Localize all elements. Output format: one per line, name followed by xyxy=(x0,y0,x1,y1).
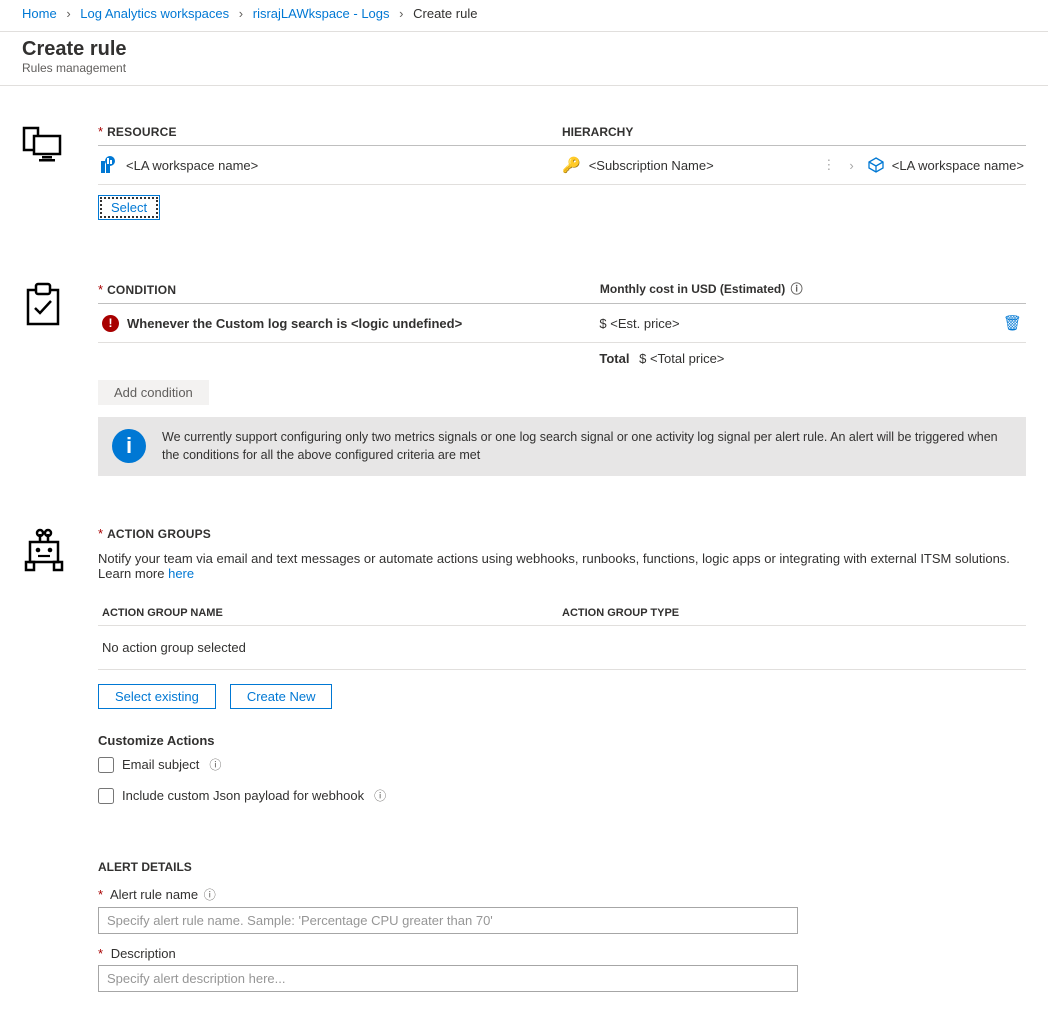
workspace-icon xyxy=(100,156,118,174)
include-json-label: Include custom Json payload for webhook xyxy=(122,788,364,803)
ellipsis-icon: ⋮ xyxy=(822,157,835,173)
est-price-prefix: $ xyxy=(599,316,606,331)
total-price: <Total price> xyxy=(650,351,724,366)
info-icon[interactable]: ⓘ xyxy=(374,787,386,804)
condition-section-icon xyxy=(22,280,98,328)
email-subject-label: Email subject xyxy=(122,757,199,772)
breadcrumb: Home › Log Analytics workspaces › risraj… xyxy=(0,0,1048,32)
subscription-name: <Subscription Name> xyxy=(589,158,714,173)
page-subtitle: Rules management xyxy=(22,61,1026,75)
info-icon[interactable]: ⓘ xyxy=(209,756,221,773)
page-title: Create rule xyxy=(22,38,1026,61)
learn-more-link[interactable]: here xyxy=(168,566,194,581)
breadcrumb-workspace-logs[interactable]: risrajLAWkspace - Logs xyxy=(253,6,390,21)
cube-icon xyxy=(868,157,884,173)
breadcrumb-workspaces[interactable]: Log Analytics workspaces xyxy=(80,6,229,21)
est-price: <Est. price> xyxy=(610,316,679,331)
alert-details-title: ALERT DETAILS xyxy=(98,860,1026,874)
resource-workspace-name: <LA workspace name> xyxy=(126,158,258,173)
hierarchy-title: HIERARCHY xyxy=(562,125,1026,139)
ag-empty-message: No action group selected xyxy=(98,626,1026,670)
delete-condition-button[interactable]: 🗑 xyxy=(1003,315,1022,332)
select-existing-button[interactable]: Select existing xyxy=(98,684,216,709)
ag-column-name: ACTION GROUP NAME xyxy=(102,607,562,619)
description-input[interactable] xyxy=(98,965,798,992)
breadcrumb-home[interactable]: Home xyxy=(22,6,57,21)
condition-row-text[interactable]: Whenever the Custom log search is <logic… xyxy=(127,316,462,331)
action-groups-description: Notify your team via email and text mess… xyxy=(98,551,1010,581)
info-banner-text: We currently support configuring only tw… xyxy=(162,429,1012,464)
alert-error-icon: ! xyxy=(102,315,119,332)
select-resource-button[interactable]: Select xyxy=(98,195,160,220)
resource-section-icon xyxy=(22,124,98,164)
alert-rule-name-label: Alert rule name xyxy=(110,887,198,902)
cost-title: Monthly cost in USD (Estimated) xyxy=(600,282,785,296)
total-price-prefix: $ xyxy=(639,351,646,366)
key-icon: 🔑 xyxy=(562,156,581,174)
add-condition-button: Add condition xyxy=(98,380,209,405)
info-icon: i xyxy=(112,429,146,463)
hierarchy-workspace-name: <LA workspace name> xyxy=(892,158,1024,173)
action-groups-section-title: ACTION GROUPS xyxy=(107,527,211,541)
info-icon[interactable]: ⓘ xyxy=(204,888,216,902)
chevron-right-icon: › xyxy=(66,6,70,21)
action-groups-section-icon xyxy=(22,526,98,572)
condition-section-title: CONDITION xyxy=(107,283,176,297)
create-new-button[interactable]: Create New xyxy=(230,684,333,709)
breadcrumb-current: Create rule xyxy=(413,6,477,21)
email-subject-checkbox[interactable] xyxy=(98,757,114,773)
total-label: Total xyxy=(599,351,629,366)
ag-column-type: ACTION GROUP TYPE xyxy=(562,607,1022,619)
customize-actions-title: Customize Actions xyxy=(98,733,1026,748)
description-label: Description xyxy=(111,946,176,961)
info-banner: i We currently support configuring only … xyxy=(98,417,1026,476)
resource-section-title: RESOURCE xyxy=(107,125,177,139)
page-header: Create rule Rules management xyxy=(0,32,1048,86)
include-json-checkbox[interactable] xyxy=(98,788,114,804)
chevron-right-icon: › xyxy=(849,158,853,173)
chevron-right-icon: › xyxy=(399,6,403,21)
chevron-right-icon: › xyxy=(239,6,243,21)
alert-rule-name-input[interactable] xyxy=(98,907,798,934)
info-icon[interactable]: ⓘ xyxy=(791,282,803,296)
